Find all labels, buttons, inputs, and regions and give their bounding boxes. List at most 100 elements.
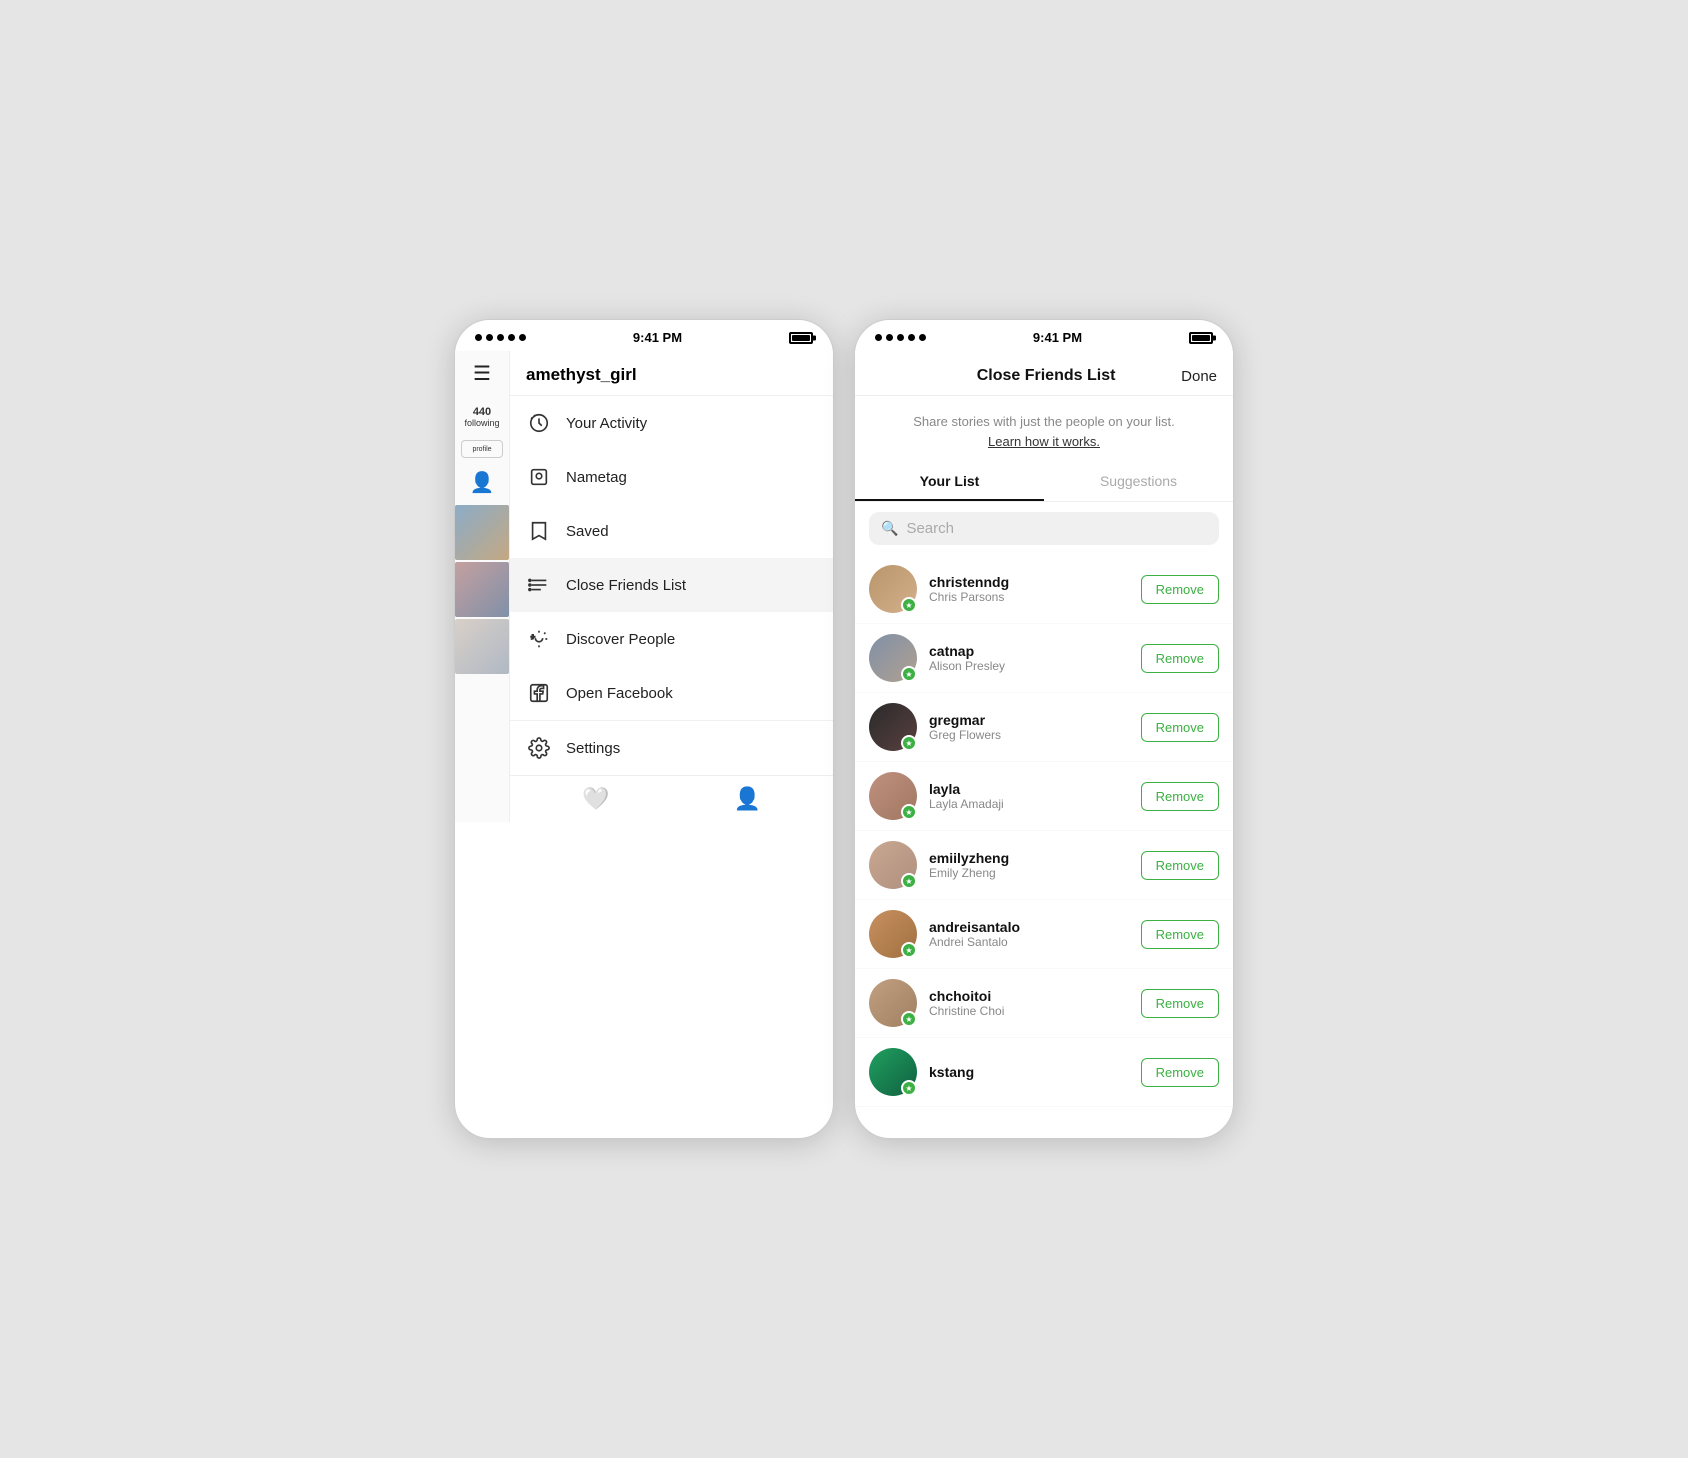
close-friend-badge-1: ★ <box>901 597 917 613</box>
menu-item-saved[interactable]: Saved <box>510 504 833 558</box>
menu-label-close-friends: Close Friends List <box>566 577 686 594</box>
remove-button-8[interactable]: Remove <box>1141 1058 1219 1087</box>
remove-button-2[interactable]: Remove <box>1141 644 1219 673</box>
menu-item-settings[interactable]: Settings <box>510 720 833 775</box>
menu-label-your-activity: Your Activity <box>566 415 647 432</box>
settings-icon <box>526 735 552 761</box>
remove-button-5[interactable]: Remove <box>1141 851 1219 880</box>
menu-item-nametag[interactable]: Nametag <box>510 450 833 504</box>
friend-info-6: andreisantalo Andrei Santalo <box>929 919 1129 949</box>
battery-icon-right <box>1189 332 1213 344</box>
name-5: Emily Zheng <box>929 866 1129 880</box>
battery-icon-left <box>789 332 813 344</box>
sidebar-strip: ☰ 440 following profile 👤 <box>455 351 510 822</box>
name-7: Christine Choi <box>929 1004 1129 1018</box>
friend-row: ★ christenndg Chris Parsons Remove <box>855 555 1233 624</box>
close-friend-badge-5: ★ <box>901 873 917 889</box>
username-3: gregmar <box>929 712 1129 728</box>
close-friend-badge-8: ★ <box>901 1080 917 1096</box>
friend-info-2: catnap Alison Presley <box>929 643 1129 673</box>
remove-button-4[interactable]: Remove <box>1141 782 1219 811</box>
friend-info-5: emiilyzheng Emily Zheng <box>929 850 1129 880</box>
name-3: Greg Flowers <box>929 728 1129 742</box>
close-friend-badge-4: ★ <box>901 804 917 820</box>
name-6: Andrei Santalo <box>929 935 1129 949</box>
menu-item-your-activity[interactable]: Your Activity <box>510 396 833 450</box>
name-2: Alison Presley <box>929 659 1129 673</box>
avatar-wrap-7: ★ <box>869 979 917 1027</box>
search-bar[interactable]: 🔍 Search <box>869 512 1219 545</box>
profile-nav-icon[interactable]: 👤 <box>734 786 761 812</box>
nav-bar: Close Friends List Done <box>871 361 1217 395</box>
right-phone: 9:41 PM Close Friends List Done Share st… <box>854 319 1234 1139</box>
avatar-wrap-1: ★ <box>869 565 917 613</box>
name-1: Chris Parsons <box>929 590 1129 604</box>
menu-username: amethyst_girl <box>510 351 833 396</box>
friend-row: ★ kstang Remove <box>855 1038 1233 1107</box>
friend-row: ★ catnap Alison Presley Remove <box>855 624 1233 693</box>
menu-item-close-friends[interactable]: Close Friends List <box>510 558 833 612</box>
photo-2 <box>455 562 509 617</box>
left-phone: 9:41 PM ☰ 440 following profile 👤 <box>454 319 834 1139</box>
signal-dots-right <box>875 334 926 341</box>
tab-your-list[interactable]: Your List <box>855 463 1044 501</box>
friends-list: ★ christenndg Chris Parsons Remove ★ cat… <box>855 555 1233 1107</box>
avatar-wrap-6: ★ <box>869 910 917 958</box>
edit-profile-button[interactable]: profile <box>461 440 503 458</box>
heart-icon[interactable]: 🤍 <box>582 786 609 812</box>
friend-row: ★ chchoitoi Christine Choi Remove <box>855 969 1233 1038</box>
bookmark-icon <box>526 518 552 544</box>
avatar-wrap-3: ★ <box>869 703 917 751</box>
menu-item-open-facebook[interactable]: Open Facebook <box>510 666 833 720</box>
avatar-wrap-4: ★ <box>869 772 917 820</box>
settings-label: Settings <box>566 740 620 757</box>
avatar-wrap-8: ★ <box>869 1048 917 1096</box>
status-time-right: 9:41 PM <box>1033 330 1082 345</box>
username-2: catnap <box>929 643 1129 659</box>
remove-button-7[interactable]: Remove <box>1141 989 1219 1018</box>
username-5: emiilyzheng <box>929 850 1129 866</box>
menu-panel: amethyst_girl Your Activity <box>510 351 833 822</box>
username-4: layla <box>929 781 1129 797</box>
menu-item-discover-people[interactable]: + Discover People <box>510 612 833 666</box>
learn-link[interactable]: Learn how it works. <box>988 434 1100 449</box>
subtitle-area: Share stories with just the people on yo… <box>855 396 1233 463</box>
avatar-wrap-2: ★ <box>869 634 917 682</box>
close-friend-badge-3: ★ <box>901 735 917 751</box>
activity-icon <box>526 410 552 436</box>
remove-button-1[interactable]: Remove <box>1141 575 1219 604</box>
friend-info-3: gregmar Greg Flowers <box>929 712 1129 742</box>
status-time-left: 9:41 PM <box>633 330 682 345</box>
photo-3 <box>455 619 509 674</box>
menu-label-saved: Saved <box>566 523 609 540</box>
name-4: Layla Amadaji <box>929 797 1129 811</box>
signal-dots <box>475 334 526 341</box>
followers-stats: 440 following <box>464 406 499 428</box>
close-friends-header: Close Friends List Done <box>855 351 1233 396</box>
search-placeholder: Search <box>906 520 954 537</box>
list-icon <box>526 572 552 598</box>
svg-text:+: + <box>531 632 535 641</box>
discover-icon: + <box>526 626 552 652</box>
username-8: kstang <box>929 1064 1129 1080</box>
remove-button-6[interactable]: Remove <box>1141 920 1219 949</box>
friend-row: ★ emiilyzheng Emily Zheng Remove <box>855 831 1233 900</box>
friend-row: ★ layla Layla Amadaji Remove <box>855 762 1233 831</box>
remove-button-3[interactable]: Remove <box>1141 713 1219 742</box>
bottom-nav: 🤍 👤 <box>510 775 833 822</box>
friend-row: ★ andreisantalo Andrei Santalo Remove <box>855 900 1233 969</box>
person-icon: 👤 <box>470 470 495 495</box>
menu-label-facebook: Open Facebook <box>566 685 673 702</box>
photo-1 <box>455 505 509 560</box>
close-friend-badge-2: ★ <box>901 666 917 682</box>
done-button[interactable]: Done <box>1181 368 1217 385</box>
hamburger-icon[interactable]: ☰ <box>473 361 491 386</box>
username-6: andreisantalo <box>929 919 1129 935</box>
friend-info-8: kstang <box>929 1064 1129 1080</box>
friend-row: ★ gregmar Greg Flowers Remove <box>855 693 1233 762</box>
close-friend-badge-7: ★ <box>901 1011 917 1027</box>
username-7: chchoitoi <box>929 988 1129 1004</box>
friend-info-7: chchoitoi Christine Choi <box>929 988 1129 1018</box>
tab-suggestions[interactable]: Suggestions <box>1044 463 1233 501</box>
friend-info-1: christenndg Chris Parsons <box>929 574 1129 604</box>
